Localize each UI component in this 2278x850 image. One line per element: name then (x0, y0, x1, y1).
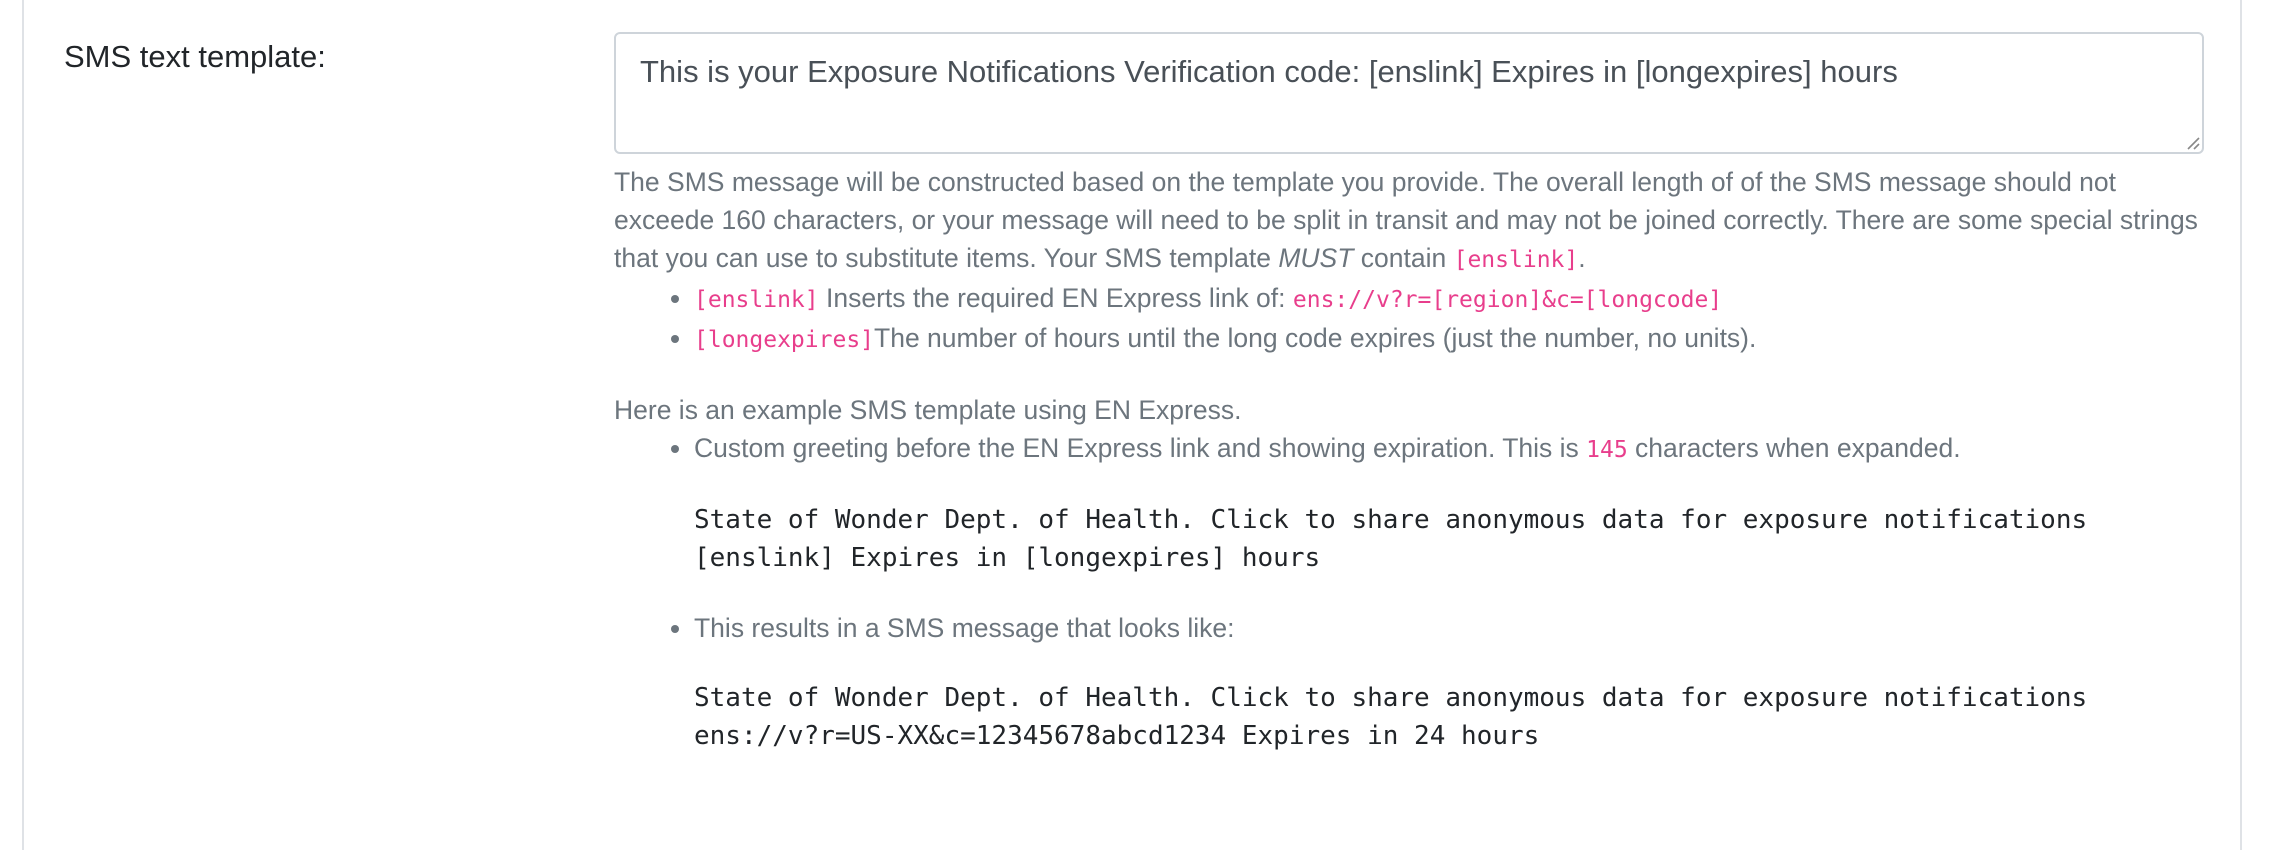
list-item: [longexpires]The number of hours until t… (694, 319, 2204, 359)
sms-template-label: SMS text template: (64, 39, 326, 74)
list-item: This results in a SMS message that looks… (694, 609, 2204, 755)
must-emphasis: MUST (1278, 243, 1354, 273)
sms-template-help: The SMS message will be constructed base… (614, 163, 2204, 755)
example-template-block: State of Wonder Dept. of Health. Click t… (694, 505, 2088, 573)
character-count: 145 (1586, 437, 1628, 463)
substitution-list: [enslink] Inserts the required EN Expres… (614, 279, 2204, 359)
example-intro: Here is an example SMS template using EN… (614, 395, 1242, 425)
example-result-block: State of Wonder Dept. of Health. Click t… (694, 683, 2088, 751)
enslink-code: [enslink] (1453, 247, 1579, 273)
resize-handle-icon[interactable] (2184, 134, 2200, 150)
sms-template-textarea[interactable]: This is your Exposure Notifications Veri… (614, 32, 2204, 154)
sms-template-value: This is your Exposure Notifications Veri… (640, 54, 1898, 89)
example-list: Custom greeting before the EN Express li… (614, 429, 2204, 755)
sms-template-field-group: This is your Exposure Notifications Veri… (614, 32, 2204, 787)
list-item: [enslink] Inserts the required EN Expres… (694, 279, 2204, 319)
help-intro: The SMS message will be constructed base… (614, 167, 2198, 273)
list-item: Custom greeting before the EN Express li… (694, 429, 2204, 577)
